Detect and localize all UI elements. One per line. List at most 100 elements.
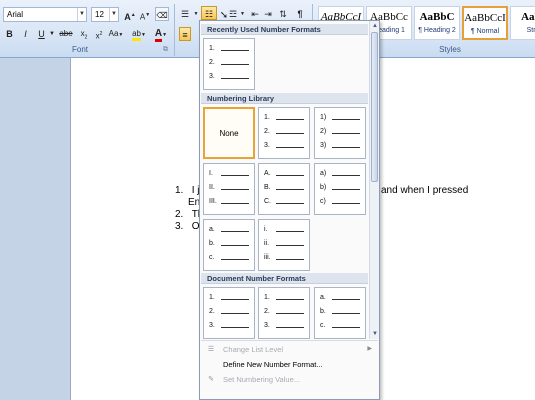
scroll-thumb[interactable] bbox=[371, 32, 378, 182]
tile-row: c. bbox=[209, 254, 249, 261]
placeholder-line bbox=[276, 259, 304, 260]
placeholder-line bbox=[221, 78, 249, 79]
tile-row: b) bbox=[320, 184, 360, 191]
list-marker: c. bbox=[209, 254, 215, 261]
tile-row: a. bbox=[209, 226, 249, 233]
tile-row: A. bbox=[264, 170, 304, 177]
align-left-icon: ≡ bbox=[182, 30, 188, 40]
placeholder-line bbox=[221, 175, 249, 176]
chevron-down-icon[interactable]: ▼ bbox=[77, 8, 86, 21]
tile-row: iii. bbox=[264, 254, 304, 261]
numbering-format-tile[interactable]: A. B. C. bbox=[258, 163, 310, 215]
tile-row: 2. bbox=[264, 128, 304, 135]
list-marker: b. bbox=[209, 240, 215, 247]
numbering-format-tile[interactable]: I. II. III. bbox=[203, 163, 255, 215]
list-marker: I. bbox=[209, 170, 213, 177]
scroll-down-icon[interactable]: ▼ bbox=[370, 329, 380, 339]
align-left-button[interactable]: ≡ bbox=[179, 27, 191, 41]
menu-divider bbox=[201, 340, 378, 341]
document-format-tile[interactable]: 1. 2. 3. bbox=[203, 287, 255, 339]
chevron-down-icon[interactable]: ▼ bbox=[109, 8, 118, 21]
placeholder-line bbox=[276, 245, 304, 246]
numbering-format-tile[interactable]: a) b) c) bbox=[314, 163, 366, 215]
font-size-value: 12 bbox=[95, 10, 104, 19]
numbering-format-tile[interactable]: 1) 2) 3) bbox=[314, 107, 366, 159]
show-marks-button[interactable]: ¶ bbox=[294, 7, 306, 21]
tile-row: 1. bbox=[264, 294, 304, 301]
multilevel-list-button[interactable]: ☲ bbox=[227, 7, 239, 21]
shrink-font-button[interactable]: A▼ bbox=[139, 8, 151, 22]
recently-used-header: Recently Used Number Formats bbox=[201, 24, 368, 35]
list-marker: c. bbox=[320, 322, 326, 329]
placeholder-line bbox=[332, 189, 360, 190]
change-case-button[interactable]: Aa▼ bbox=[107, 27, 125, 41]
dropdown-scrollbar[interactable]: ▲ ▼ bbox=[369, 21, 379, 339]
placeholder-line bbox=[276, 147, 304, 148]
tile-row: 3. bbox=[264, 322, 304, 329]
placeholder-line bbox=[276, 299, 304, 300]
decrease-indent-button[interactable]: ⇤ bbox=[249, 7, 261, 21]
recent-format-tile[interactable]: 1. 2. 3. bbox=[203, 38, 255, 90]
tile-row: C. bbox=[264, 198, 304, 205]
tile-row: 1. bbox=[209, 45, 249, 52]
placeholder-line bbox=[221, 259, 249, 260]
bullets-button[interactable]: ☰ bbox=[179, 7, 191, 21]
list-item-tail: and when I pressed bbox=[381, 185, 469, 196]
list-marker: c) bbox=[320, 198, 326, 205]
placeholder-line bbox=[332, 175, 360, 176]
bold-button[interactable]: B bbox=[4, 27, 15, 41]
increase-indent-icon: ⇥ bbox=[264, 9, 272, 19]
scroll-up-icon[interactable]: ▲ bbox=[370, 21, 380, 31]
strikethrough-button[interactable]: abe bbox=[58, 27, 74, 41]
multilevel-list-icon: ☲ bbox=[228, 9, 238, 19]
chevron-down-icon[interactable]: ▼ bbox=[192, 7, 200, 21]
numbering-button[interactable]: ☷ bbox=[201, 6, 217, 20]
grow-font-button[interactable]: A▲ bbox=[124, 8, 136, 22]
dialog-launcher-icon[interactable]: ⧉ bbox=[163, 46, 168, 54]
superscript-button[interactable]: x2 bbox=[93, 27, 105, 41]
placeholder-line bbox=[221, 245, 249, 246]
numbered-list-icon: ☷ bbox=[204, 9, 214, 19]
set-numbering-value-item[interactable]: ✎ Set Numbering Value... bbox=[201, 372, 378, 387]
numbering-format-tile[interactable]: i. ii. iii. bbox=[258, 219, 310, 271]
numbering-format-tile[interactable]: a. b. c. bbox=[203, 219, 255, 271]
sort-icon: ⇅ bbox=[279, 9, 287, 19]
chevron-down-icon[interactable]: ▼ bbox=[239, 7, 246, 21]
placeholder-line bbox=[332, 119, 360, 120]
numbering-dropdown: Recently Used Number Formats 1. 2. 3. Numb… bbox=[199, 20, 380, 400]
placeholder-line bbox=[221, 231, 249, 232]
style-tile[interactable]: AaBbC ¶ Heading 2 bbox=[414, 6, 460, 40]
list-marker: 1. bbox=[264, 114, 270, 121]
define-new-number-format-item[interactable]: Define New Number Format... bbox=[201, 357, 378, 372]
numbering-none-tile[interactable]: None bbox=[203, 107, 255, 159]
document-format-tile[interactable]: 1. 2. 3. bbox=[258, 287, 310, 339]
italic-button[interactable]: I bbox=[20, 27, 31, 41]
list-marker: 2. bbox=[264, 308, 270, 315]
list-marker: b. bbox=[320, 308, 326, 315]
chevron-down-icon[interactable]: ▼ bbox=[48, 27, 56, 41]
list-level-icon: ☰ bbox=[207, 346, 215, 353]
placeholder-line bbox=[221, 64, 249, 65]
list-marker: 1. bbox=[209, 45, 215, 52]
document-format-tile[interactable]: a. b. c. bbox=[314, 287, 366, 339]
font-color-button[interactable]: A▼ bbox=[152, 27, 170, 42]
subscript-button[interactable]: x2 bbox=[78, 27, 90, 41]
numbering-value-icon: ✎ bbox=[208, 376, 214, 383]
increase-indent-button[interactable]: ⇥ bbox=[262, 7, 274, 21]
sort-button[interactable]: ⇅ bbox=[277, 7, 289, 21]
submenu-arrow-icon: ▶ bbox=[367, 346, 372, 352]
numbering-format-tile[interactable]: 1. 2. 3. bbox=[258, 107, 310, 159]
font-name-combo[interactable]: Arial ▼ bbox=[3, 7, 87, 22]
style-tile[interactable]: AaBbCcI ¶ Normal bbox=[462, 6, 508, 40]
list-marker: 2. bbox=[264, 128, 270, 135]
underline-button[interactable]: U bbox=[36, 27, 47, 41]
none-label: None bbox=[219, 129, 239, 138]
clear-formatting-button[interactable]: ⌫ bbox=[155, 7, 169, 21]
placeholder-line bbox=[276, 175, 304, 176]
placeholder-line bbox=[221, 299, 249, 300]
font-size-combo[interactable]: 12 ▼ bbox=[91, 7, 119, 22]
style-sample: AaBbCcI bbox=[464, 12, 506, 24]
change-list-level-item[interactable]: ☰ Change List Level ▶ bbox=[201, 342, 378, 357]
style-tile[interactable]: AaBl Stro bbox=[510, 6, 535, 40]
highlight-button[interactable]: ab▼ bbox=[129, 27, 149, 41]
